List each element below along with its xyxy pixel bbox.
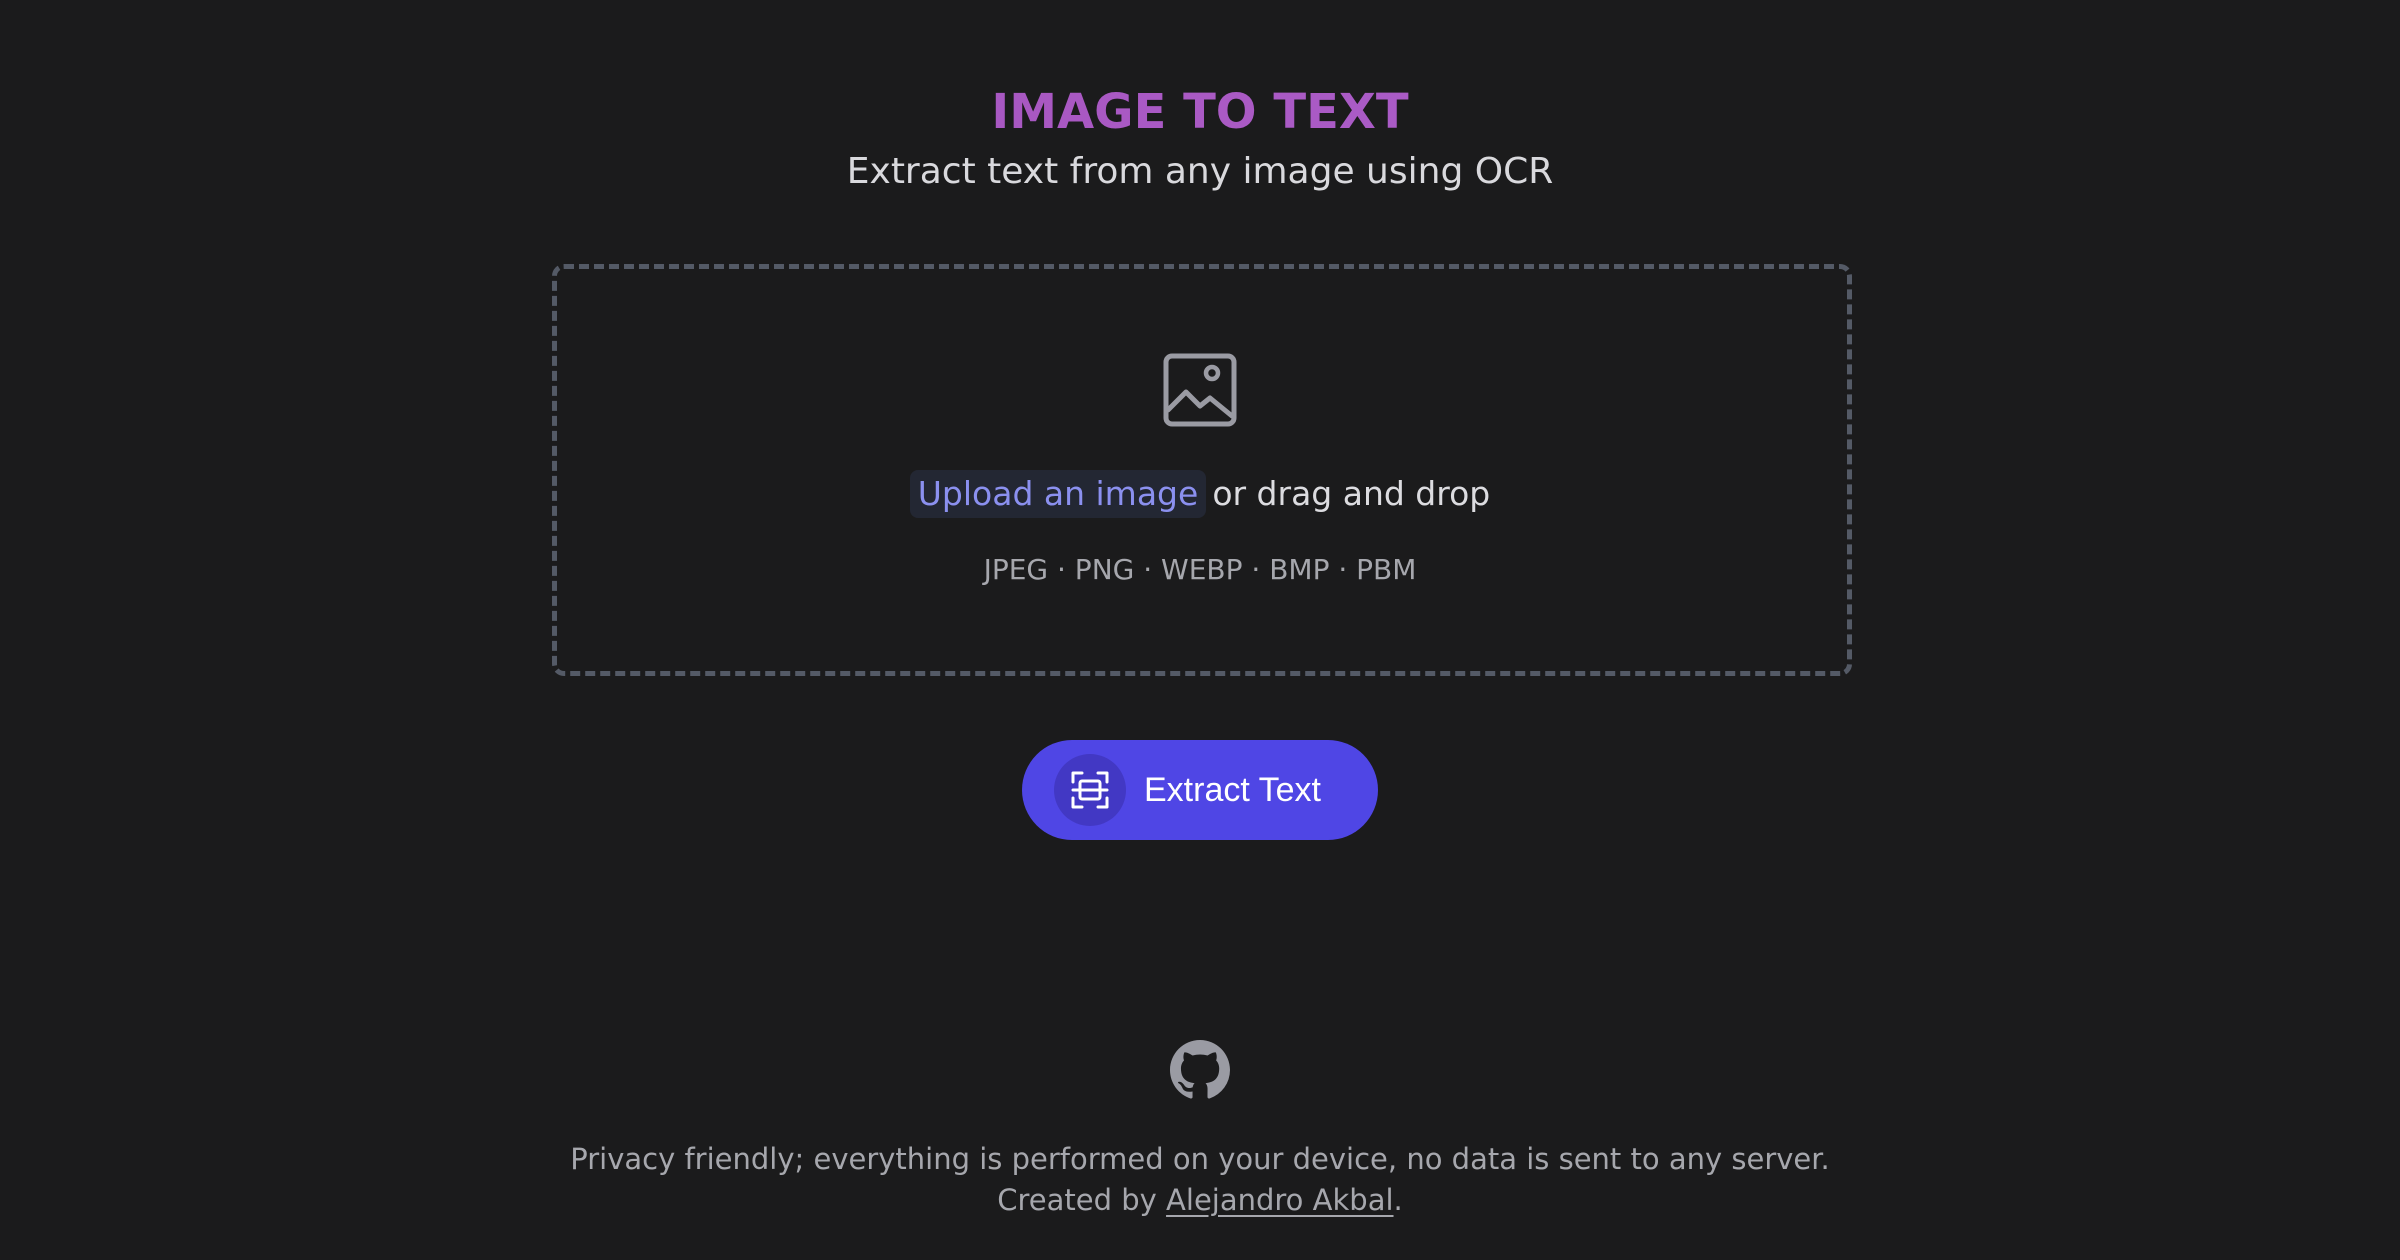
- created-by-line: Created by Alejandro Akbal.: [0, 1179, 2400, 1221]
- drag-drop-text: or drag and drop: [1212, 474, 1491, 513]
- github-icon[interactable]: [1170, 1040, 1230, 1100]
- image-icon: [1163, 353, 1237, 427]
- page-title: IMAGE TO TEXT: [0, 80, 2400, 144]
- scan-text-icon: [1071, 771, 1109, 809]
- extract-text-label: Extract Text: [1144, 771, 1321, 809]
- created-by-suffix: .: [1393, 1183, 1403, 1217]
- page: IMAGE TO TEXT Extract text from any imag…: [0, 0, 2400, 1260]
- supported-formats: JPEG · PNG · WEBP · BMP · PBM: [983, 553, 1417, 586]
- privacy-notice: Privacy friendly; everything is performe…: [570, 1142, 1830, 1176]
- author-link[interactable]: Alejandro Akbal: [1166, 1183, 1393, 1217]
- upload-image-link[interactable]: Upload an image: [909, 470, 1207, 518]
- dropzone-instructions: Upload an image or drag and drop: [0, 470, 2400, 518]
- created-by-prefix: Created by: [997, 1183, 1157, 1217]
- page-subtitle: Extract text from any image using OCR: [846, 151, 1554, 192]
- extract-text-button[interactable]: Extract Text: [1022, 740, 1378, 840]
- extract-icon-badge: [1054, 754, 1126, 826]
